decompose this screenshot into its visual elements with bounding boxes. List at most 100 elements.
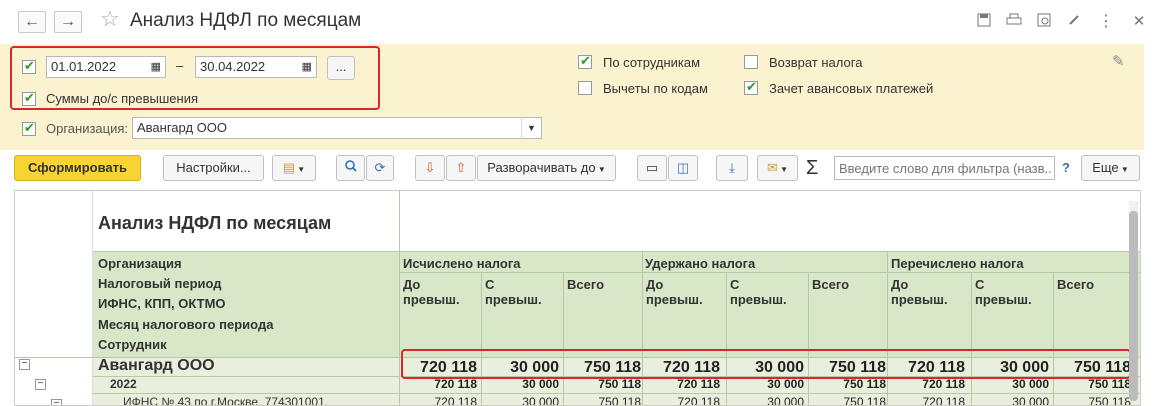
filter-panel: 01.01.2022 ▦ – 30.04.2022 ▦ ... Суммы до… <box>0 44 1144 150</box>
column-header: До превыш. <box>646 277 703 307</box>
preview-icon[interactable] <box>1035 13 1053 31</box>
by-employees-checkbox[interactable] <box>578 53 592 69</box>
by-employees-label: По сотрудникам <box>603 55 701 70</box>
expand-to-button[interactable]: Разворачивать до ▼ <box>477 155 616 181</box>
table-cell[interactable]: 750 118 <box>808 395 887 405</box>
advance-offset-label: Зачет авансовых платежей <box>769 81 934 96</box>
row-header: ИФНС, КПП, ОКТМО <box>98 296 226 311</box>
favorite-star-icon[interactable]: ☆ <box>100 6 120 32</box>
table-cell[interactable]: 30 000 <box>481 395 559 405</box>
table-cell[interactable]: 30 000 <box>726 395 804 405</box>
save-icon[interactable] <box>975 13 993 31</box>
table-cell[interactable]: 750 118 <box>1053 395 1132 405</box>
column-header: С превыш. <box>485 277 542 307</box>
search-next-button[interactable]: ⟳ <box>366 155 394 181</box>
table-cell[interactable]: 720 118 <box>887 377 965 391</box>
print-button[interactable]: ▭ <box>637 155 667 181</box>
tax-refund-checkbox[interactable] <box>744 55 758 69</box>
chevron-down-icon: ▼ <box>595 165 606 174</box>
pin-icon[interactable]: ✎ <box>1112 52 1125 70</box>
print-icon: ▭ <box>645 160 659 175</box>
column-header: Всего <box>567 277 605 292</box>
row-header: Организация <box>98 256 182 271</box>
column-header: До превыш. <box>403 277 460 307</box>
highlight-frame <box>401 349 1131 379</box>
collapse-toggle[interactable]: − <box>35 379 46 390</box>
period-checkbox[interactable] <box>22 58 36 74</box>
sums-label: Суммы до/с превышения <box>46 91 199 106</box>
table-cell[interactable]: 750 118 <box>563 377 641 391</box>
deductions-checkbox[interactable] <box>578 81 592 95</box>
row-header: Сотрудник <box>98 337 167 352</box>
column-header: До превыш. <box>891 277 948 307</box>
date-to-value: 30.04.2022 <box>200 59 266 74</box>
print-icon[interactable] <box>1005 13 1023 31</box>
help-button[interactable]: ? <box>1062 160 1070 175</box>
period-select-button[interactable]: ... <box>327 56 355 80</box>
chevron-down-icon: ▼ <box>1118 165 1129 174</box>
generate-button[interactable]: Сформировать <box>14 155 141 181</box>
row-header: Налоговый период <box>98 276 222 291</box>
preview-button[interactable]: ◫ <box>668 155 698 181</box>
sum-icon[interactable]: Σ <box>806 157 818 180</box>
advance-offset-checkbox[interactable] <box>744 79 758 95</box>
org-select[interactable]: Авангард ООО ▼ <box>132 117 542 139</box>
page-title: Анализ НДФЛ по месяцам <box>130 10 362 31</box>
table-cell[interactable]: 750 118 <box>563 395 642 405</box>
tax-refund-label: Возврат налога <box>769 55 863 70</box>
chevron-down-icon: ▼ <box>295 165 306 174</box>
row-label: Авангард ООО <box>98 357 215 374</box>
close-icon[interactable]: ✕ <box>1130 13 1148 31</box>
more-menu-icon[interactable]: ⋮ <box>1097 13 1115 31</box>
folder-icon: ▤ <box>282 160 296 175</box>
collapse-toggle[interactable]: − <box>51 399 62 405</box>
table-cell[interactable]: 720 118 <box>642 377 720 391</box>
search-button[interactable] <box>336 155 365 181</box>
search-refresh-icon: ⟳ <box>374 160 386 175</box>
more-button[interactable]: Еще ▼ <box>1081 155 1140 181</box>
forward-button[interactable]: → <box>54 11 82 33</box>
calendar-icon[interactable]: ▦ <box>151 57 161 77</box>
date-to-field[interactable]: 30.04.2022 ▦ <box>195 56 317 78</box>
table-cell[interactable]: 720 118 <box>399 377 477 391</box>
date-separator: – <box>176 58 184 73</box>
vertical-scrollbar[interactable] <box>1129 201 1138 401</box>
scrollbar-thumb[interactable] <box>1129 211 1138 401</box>
search-input[interactable] <box>834 156 1055 180</box>
table-cell[interactable]: 720 118 <box>887 395 966 405</box>
envelope-icon: ✉ <box>766 160 778 175</box>
chevron-down-icon[interactable]: ▼ <box>521 118 541 138</box>
back-button[interactable]: ← <box>18 11 46 33</box>
column-header: Всего <box>812 277 850 292</box>
table-cell[interactable]: 720 118 <box>399 395 478 405</box>
table-cell[interactable]: 30 000 <box>726 377 804 391</box>
table-cell[interactable]: 30 000 <box>971 395 1049 405</box>
link-icon[interactable] <box>1065 13 1083 31</box>
table-cell[interactable]: 30 000 <box>481 377 559 391</box>
title-bar: ← → ☆ Анализ НДФЛ по месяцам ⋮ ✕ <box>0 0 1166 44</box>
sort-desc-button[interactable]: ⇩ <box>415 155 445 181</box>
chevron-down-icon: ▼ <box>777 165 789 174</box>
date-from-field[interactable]: 01.01.2022 ▦ <box>46 56 166 78</box>
sort-icon: ⇧ <box>455 160 467 175</box>
email-button[interactable]: ✉ ▼ <box>757 155 798 181</box>
table-cell[interactable]: 720 118 <box>642 395 721 405</box>
org-checkbox[interactable] <box>22 120 36 136</box>
variants-button[interactable]: ▤ ▼ <box>272 155 316 181</box>
org-label: Организация: <box>46 121 129 136</box>
download-button[interactable]: ⤓ <box>716 155 748 181</box>
group-header: Исчислено налога <box>403 256 521 271</box>
sort-asc-button[interactable]: ⇧ <box>446 155 476 181</box>
table-cell[interactable]: 30 000 <box>971 377 1049 391</box>
table-cell[interactable]: 750 118 <box>1053 377 1131 391</box>
table-cell[interactable]: 750 118 <box>808 377 886 391</box>
settings-button[interactable]: Настройки... <box>163 155 264 181</box>
report-sheet[interactable]: Анализ НДФЛ по месяцам Организация Налог… <box>14 190 1141 406</box>
row-label: ИФНС № 43 по г.Москве, 774301001, <box>123 395 329 406</box>
collapse-toggle[interactable]: − <box>19 359 30 370</box>
group-header: Перечислено налога <box>891 256 1024 271</box>
more-label: Еще <box>1092 160 1119 175</box>
calendar-icon[interactable]: ▦ <box>302 57 312 77</box>
search-icon <box>344 160 357 175</box>
sums-checkbox[interactable] <box>22 90 36 106</box>
